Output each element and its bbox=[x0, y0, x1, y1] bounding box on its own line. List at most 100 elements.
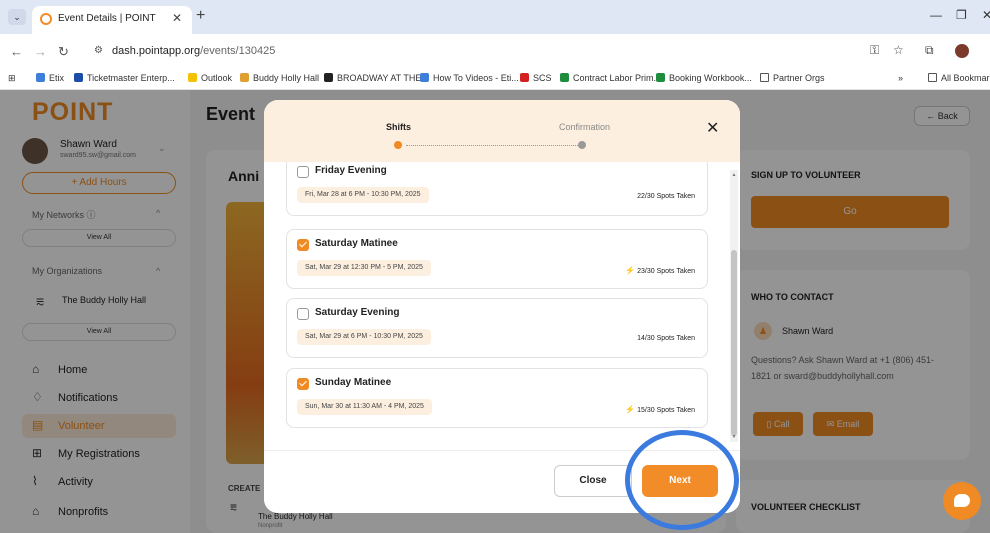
shift-card[interactable]: Sunday Matinee Sun, Mar 30 at 11:30 AM -… bbox=[286, 368, 708, 428]
browser-tab[interactable]: Event Details | POINT ✕ bbox=[32, 6, 192, 34]
url-field[interactable]: ⚙ dash.pointapp.org/events/130425 bbox=[88, 40, 888, 64]
bookmark-scs[interactable]: SCS bbox=[520, 73, 552, 83]
spots-count: 23/30 Spots Taken bbox=[637, 268, 695, 275]
step-shifts-dot bbox=[394, 141, 402, 149]
shift-name: Sunday Matinee bbox=[315, 377, 392, 388]
url-text: dash.pointapp.org/events/130425 bbox=[112, 45, 275, 57]
profile-avatar[interactable] bbox=[955, 44, 969, 58]
scs-icon bbox=[520, 73, 529, 82]
bookmark-label: SCS bbox=[533, 73, 552, 83]
apps-grid-icon[interactable]: ⊞ bbox=[8, 73, 16, 84]
spots-count: 22/30 Spots Taken bbox=[637, 193, 695, 200]
shift-checkbox[interactable] bbox=[297, 378, 309, 390]
bookmark-etix[interactable]: Etix bbox=[36, 73, 64, 83]
step-shifts-label: Shifts bbox=[386, 122, 412, 132]
scroll-down-icon[interactable]: ▼ bbox=[730, 434, 738, 440]
shift-checkbox[interactable] bbox=[297, 239, 309, 251]
point-favicon-icon bbox=[40, 13, 52, 25]
shift-date: Sat, Mar 29 at 6 PM - 10:30 PM, 2025 bbox=[297, 329, 431, 345]
bookmark-partner-orgs[interactable]: Partner Orgs bbox=[760, 73, 825, 83]
scroll-up-icon[interactable]: ▲ bbox=[730, 172, 738, 178]
step-confirmation-label: Confirmation bbox=[559, 122, 611, 132]
shift-name: Friday Evening bbox=[315, 165, 387, 176]
bookmark-label: How To Videos - Eti... bbox=[433, 73, 519, 83]
extensions-icon[interactable]: ⧉ bbox=[925, 43, 934, 58]
shift-checkbox[interactable] bbox=[297, 166, 309, 178]
bookmark-label: Contract Labor Prim... bbox=[573, 73, 662, 83]
bookmark-label: Buddy Holly Hall bbox=[253, 73, 320, 83]
address-bar: ← → ↻ ⚙ dash.pointapp.org/events/130425 … bbox=[0, 34, 990, 70]
bookmark-label: Ticketmaster Enterp... bbox=[87, 73, 175, 83]
forward-arrow-icon[interactable]: → bbox=[34, 44, 47, 59]
shift-spots: ⚡ 15/30 Spots Taken bbox=[625, 405, 695, 414]
restore-icon[interactable]: ❐ bbox=[956, 8, 967, 22]
shift-spots: ⚡ 23/30 Spots Taken bbox=[625, 266, 695, 275]
etix-video-icon bbox=[420, 73, 429, 82]
reload-icon[interactable]: ↻ bbox=[58, 44, 69, 60]
bookmark-broadway[interactable]: BROADWAY AT THE... bbox=[324, 73, 429, 83]
tab-close-icon[interactable]: ✕ bbox=[172, 11, 182, 25]
lightning-icon: ⚡ bbox=[625, 266, 636, 275]
shift-name: Saturday Matinee bbox=[315, 238, 398, 249]
tab-title: Event Details | POINT bbox=[58, 13, 156, 24]
modal-scrollbar[interactable]: ▲ ▼ bbox=[730, 170, 738, 442]
spots-count: 14/30 Spots Taken bbox=[637, 335, 695, 342]
all-bookmarks[interactable]: All Bookmarks bbox=[928, 73, 990, 83]
bookmark-how-to-videos[interactable]: How To Videos - Eti... bbox=[420, 73, 519, 83]
shift-card[interactable]: Friday Evening Fri, Mar 28 at 6 PM - 10:… bbox=[286, 162, 708, 216]
shift-card[interactable]: Saturday Matinee Sat, Mar 29 at 12:30 PM… bbox=[286, 229, 708, 289]
back-arrow-icon[interactable]: ← bbox=[10, 44, 23, 59]
bookmark-star-icon[interactable]: ☆ bbox=[893, 43, 904, 57]
window-close-icon[interactable]: ✕ bbox=[982, 8, 990, 22]
step-connector bbox=[406, 145, 578, 146]
bookmark-label: All Bookmarks bbox=[941, 73, 990, 83]
shift-date: Sun, Mar 30 at 11:30 AM - 4 PM, 2025 bbox=[297, 399, 432, 415]
sheets-icon bbox=[656, 73, 665, 82]
scroll-thumb[interactable] bbox=[731, 250, 737, 436]
bookmark-label: Partner Orgs bbox=[773, 73, 825, 83]
bookmark-label: Outlook bbox=[201, 73, 233, 83]
shift-list: Friday Evening Fri, Mar 28 at 6 PM - 10:… bbox=[264, 162, 740, 450]
tab-search-icon[interactable]: ⌄ bbox=[8, 9, 26, 25]
folder-icon bbox=[928, 73, 937, 82]
bookmark-label: Booking Workbook... bbox=[669, 73, 752, 83]
browser-tab-bar: ⌄ Event Details | POINT ✕ + — ❐ ✕ bbox=[0, 0, 990, 34]
step-confirmation-dot bbox=[578, 141, 586, 149]
shift-date: Sat, Mar 29 at 12:30 PM - 5 PM, 2025 bbox=[297, 260, 431, 276]
shift-checkbox[interactable] bbox=[297, 308, 309, 320]
folder-icon bbox=[760, 73, 769, 82]
etix-icon bbox=[36, 73, 45, 82]
outlook-icon bbox=[188, 73, 197, 82]
bookmark-buddy-holly-hall[interactable]: Buddy Holly Hall bbox=[240, 73, 319, 83]
shift-spots: 14/30 Spots Taken bbox=[637, 335, 695, 342]
shift-card[interactable]: Saturday Evening Sat, Mar 29 at 6 PM - 1… bbox=[286, 298, 708, 358]
bookmark-label: BROADWAY AT THE... bbox=[337, 73, 429, 83]
site-info-icon[interactable]: ⚙ bbox=[94, 45, 103, 56]
modal-stepper: Shifts Confirmation ✕ bbox=[264, 100, 740, 162]
close-icon[interactable]: ✕ bbox=[706, 118, 719, 138]
bookmark-label: Etix bbox=[49, 73, 65, 83]
chat-bubble-icon bbox=[954, 494, 970, 507]
sheets-icon bbox=[560, 73, 569, 82]
shift-spots: 22/30 Spots Taken bbox=[637, 193, 695, 200]
bookmark-ticketmaster[interactable]: Ticketmaster Enterp... bbox=[74, 73, 175, 83]
bookmark-booking-workbook[interactable]: Booking Workbook... bbox=[656, 73, 752, 83]
chat-button[interactable] bbox=[943, 482, 981, 520]
url-path: /events/130425 bbox=[200, 45, 276, 57]
new-tab-button[interactable]: + bbox=[196, 7, 205, 25]
minimize-icon[interactable]: — bbox=[930, 8, 942, 22]
shift-name: Saturday Evening bbox=[315, 307, 400, 318]
url-host: dash.pointapp.org bbox=[112, 45, 201, 57]
broadway-icon bbox=[324, 73, 333, 82]
shift-date: Fri, Mar 28 at 6 PM - 10:30 PM, 2025 bbox=[297, 187, 429, 203]
password-key-icon[interactable]: ⚿ bbox=[870, 43, 879, 58]
spots-count: 15/30 Spots Taken bbox=[637, 407, 695, 414]
bookmarks-bar: ⊞ Etix Ticketmaster Enterp... Outlook Bu… bbox=[0, 70, 990, 90]
buddy-holly-icon bbox=[240, 73, 249, 82]
close-button[interactable]: Close bbox=[554, 465, 632, 497]
bookmark-outlook[interactable]: Outlook bbox=[188, 73, 232, 83]
bookmarks-overflow-icon[interactable]: » bbox=[898, 73, 903, 83]
ticketmaster-icon bbox=[74, 73, 83, 82]
highlight-circle bbox=[625, 430, 739, 530]
bookmark-contract-labor[interactable]: Contract Labor Prim... bbox=[560, 73, 661, 83]
